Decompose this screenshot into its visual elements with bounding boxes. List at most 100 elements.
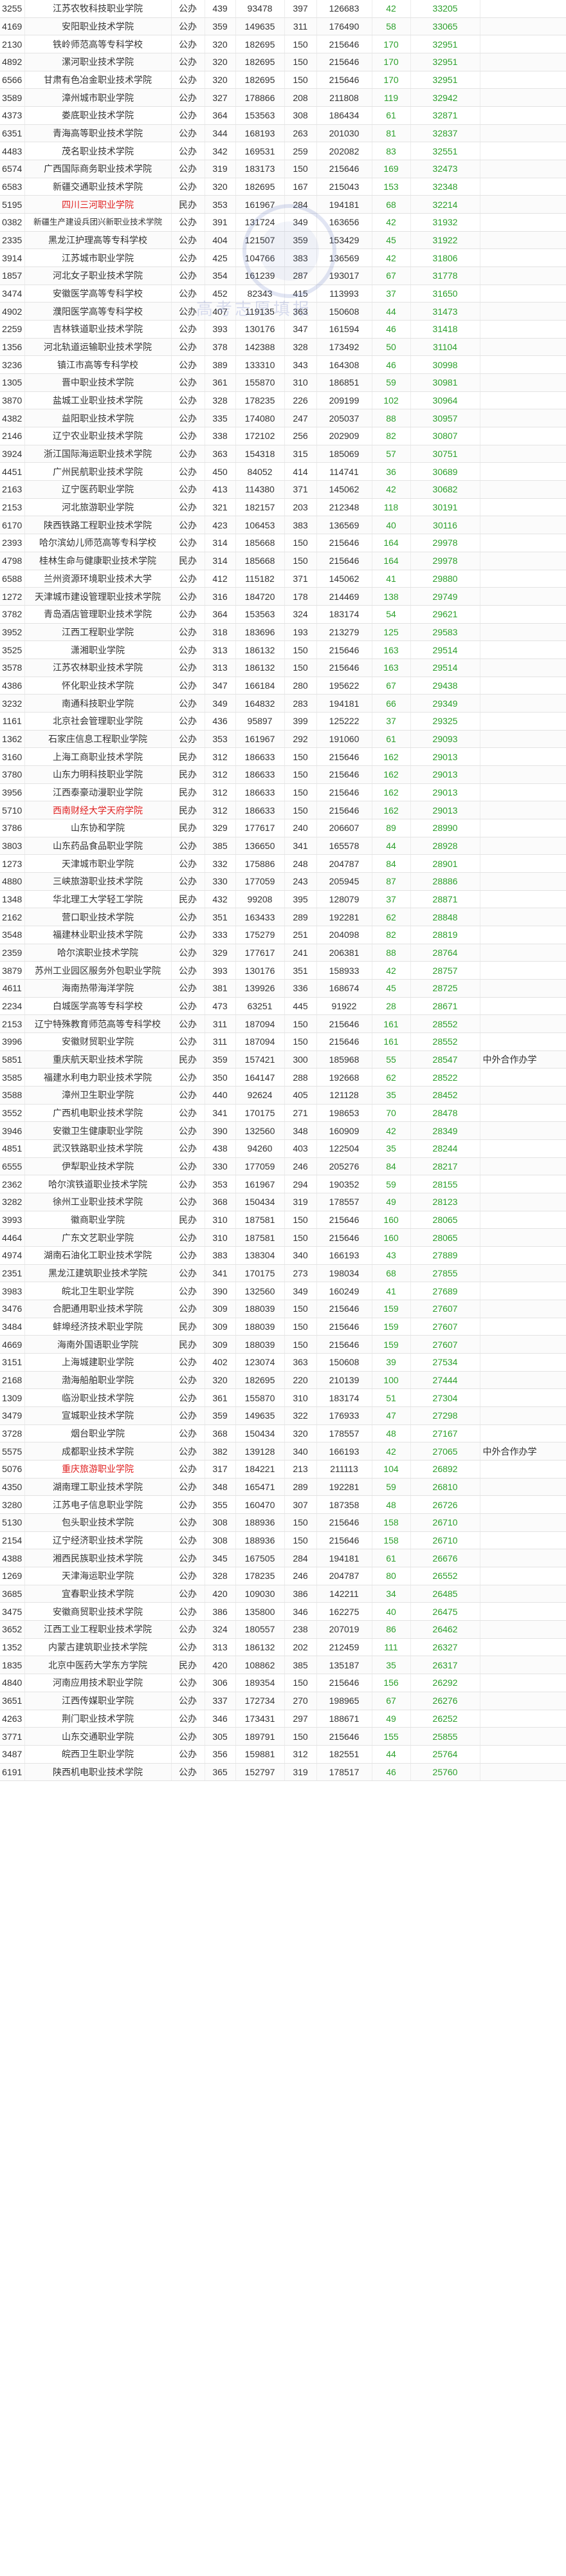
cell-diff: 48 (372, 1495, 411, 1515)
cell-school-name: 海南热带海洋学院 (24, 979, 172, 998)
cell-ownership: 公办 (171, 1585, 205, 1603)
cell-diff: 36 (372, 462, 411, 481)
cell-code: 3786 (0, 819, 25, 837)
cell-code: 4388 (0, 1549, 25, 1568)
cell-school-name: 河北旅游职业学院 (24, 498, 172, 517)
cell-min-score: 390 (205, 1282, 236, 1301)
cell-plan-count: 150 (284, 658, 317, 677)
cell-rank-value: 33205 (410, 0, 480, 18)
cell-rank-value: 28478 (410, 1104, 480, 1123)
cell-ownership: 公办 (171, 231, 205, 250)
cell-min-score: 452 (205, 285, 236, 303)
table-row: 2168 渤海船舶职业学院 公办 320 182695 220 210139 100 27444 (0, 1371, 566, 1390)
cell-code: 3870 (0, 391, 25, 410)
cell-min-rank: 164832 (235, 694, 285, 713)
cell-min-score: 309 (205, 1300, 236, 1318)
cell-ownership: 民办 (171, 1335, 205, 1354)
cell-ownership: 公办 (171, 997, 205, 1016)
table-row: 4388 湘西民族职业技术学院 公办 345 167505 284 194181 61 2667… (0, 1549, 566, 1568)
cell-plan-count: 256 (284, 427, 317, 445)
cell-min-score: 345 (205, 1549, 236, 1568)
cell-ownership: 公办 (171, 837, 205, 855)
cell-school-name: 徽商职业学院 (24, 1211, 172, 1229)
table-row: 4851 武汉铁路职业技术学院 公办 438 94260 403 122504 35 28244 (0, 1139, 566, 1158)
cell-min-score: 359 (205, 17, 236, 36)
cell-school-name: 潇湘职业学院 (24, 640, 172, 659)
cell-code: 1305 (0, 373, 25, 392)
cell-diff: 37 (372, 890, 411, 909)
table-row: 3993 徽商职业学院 民办 310 187581 150 215646 160 28065 (0, 1211, 566, 1229)
cell-ownership: 公办 (171, 1549, 205, 1568)
cell-code: 5195 (0, 195, 25, 214)
cell-min-rank: 123074 (235, 1353, 285, 1372)
cell-plan-rank: 165578 (316, 837, 372, 855)
cell-school-name: 四川三河职业学院 (24, 195, 172, 214)
cell-diff: 46 (372, 320, 411, 339)
cell-plan-count: 336 (284, 979, 317, 998)
cell-rank-value: 27889 (410, 1246, 480, 1265)
cell-diff: 44 (372, 302, 411, 321)
cell-note (480, 266, 566, 285)
cell-school-name: 山东交通职业学院 (24, 1727, 172, 1746)
table-row: 2234 白城医学高等专科学校 公办 473 63251 445 91922 28 28671 (0, 997, 566, 1016)
cell-min-rank: 149635 (235, 17, 285, 36)
cell-plan-rank: 193017 (316, 266, 372, 285)
cell-diff: 161 (372, 1032, 411, 1051)
cell-diff: 37 (372, 712, 411, 731)
cell-plan-rank: 215646 (316, 35, 372, 54)
cell-plan-rank: 201030 (316, 124, 372, 143)
cell-plan-rank: 153429 (316, 231, 372, 250)
cell-school-name: 福建林业职业技术学院 (24, 926, 172, 944)
cell-diff: 44 (372, 837, 411, 855)
table-row: 2153 河北旅游职业学院 公办 321 182157 203 212348 118 30191 (0, 498, 566, 517)
cell-note (480, 890, 566, 909)
cell-min-score: 348 (205, 1478, 236, 1497)
cell-ownership: 公办 (171, 1371, 205, 1390)
cell-min-score: 320 (205, 53, 236, 71)
cell-min-rank: 109030 (235, 1585, 285, 1603)
cell-school-name: 天津城市建设管理职业技术学院 (24, 587, 172, 606)
cell-plan-rank: 215646 (316, 1335, 372, 1354)
table-row: 6351 青海高等职业技术学院 公办 344 168193 263 201030 81 3283… (0, 124, 566, 143)
cell-rank-value: 31922 (410, 231, 480, 250)
cell-diff: 162 (372, 801, 411, 819)
cell-min-rank: 182695 (235, 1371, 285, 1390)
cell-min-score: 312 (205, 747, 236, 766)
cell-plan-count: 284 (284, 195, 317, 214)
cell-rank-value: 28217 (410, 1157, 480, 1176)
cell-plan-count: 243 (284, 872, 317, 891)
cell-diff: 82 (372, 427, 411, 445)
cell-note (480, 124, 566, 143)
cell-diff: 54 (372, 605, 411, 624)
cell-plan-rank: 215646 (316, 783, 372, 802)
cell-school-name: 辽宁医药职业学院 (24, 480, 172, 499)
cell-ownership: 公办 (171, 0, 205, 18)
cell-ownership: 公办 (171, 1478, 205, 1497)
cell-min-rank: 139926 (235, 979, 285, 998)
cell-min-rank: 163433 (235, 908, 285, 926)
cell-min-score: 320 (205, 1371, 236, 1390)
cell-plan-count: 150 (284, 801, 317, 819)
cell-diff: 88 (372, 409, 411, 428)
cell-school-name: 陕西铁路工程职业技术学院 (24, 516, 172, 535)
cell-note (480, 658, 566, 677)
cell-ownership: 公办 (171, 338, 205, 357)
table-row: 3232 南通科技职业学院 公办 349 164832 283 194181 66 29349 (0, 694, 566, 713)
cell-plan-count: 307 (284, 1495, 317, 1515)
cell-min-rank: 161239 (235, 266, 285, 285)
cell-plan-rank: 212459 (316, 1638, 372, 1657)
cell-rank-value: 28244 (410, 1139, 480, 1158)
cell-min-score: 354 (205, 266, 236, 285)
cell-school-name: 临汾职业技术学院 (24, 1388, 172, 1408)
cell-plan-rank: 136569 (316, 248, 372, 268)
cell-diff: 42 (372, 0, 411, 18)
cell-ownership: 民办 (171, 552, 205, 570)
cell-plan-count: 263 (284, 124, 317, 143)
cell-plan-count: 383 (284, 516, 317, 535)
cell-code: 5851 (0, 1050, 25, 1069)
cell-ownership: 公办 (171, 1086, 205, 1105)
cell-ownership: 公办 (171, 124, 205, 143)
cell-min-rank: 185668 (235, 552, 285, 570)
table-row: 3685 宜春职业技术学院 公办 420 109030 386 142211 34 26485 (0, 1585, 566, 1603)
cell-rank-value: 33065 (410, 17, 480, 36)
